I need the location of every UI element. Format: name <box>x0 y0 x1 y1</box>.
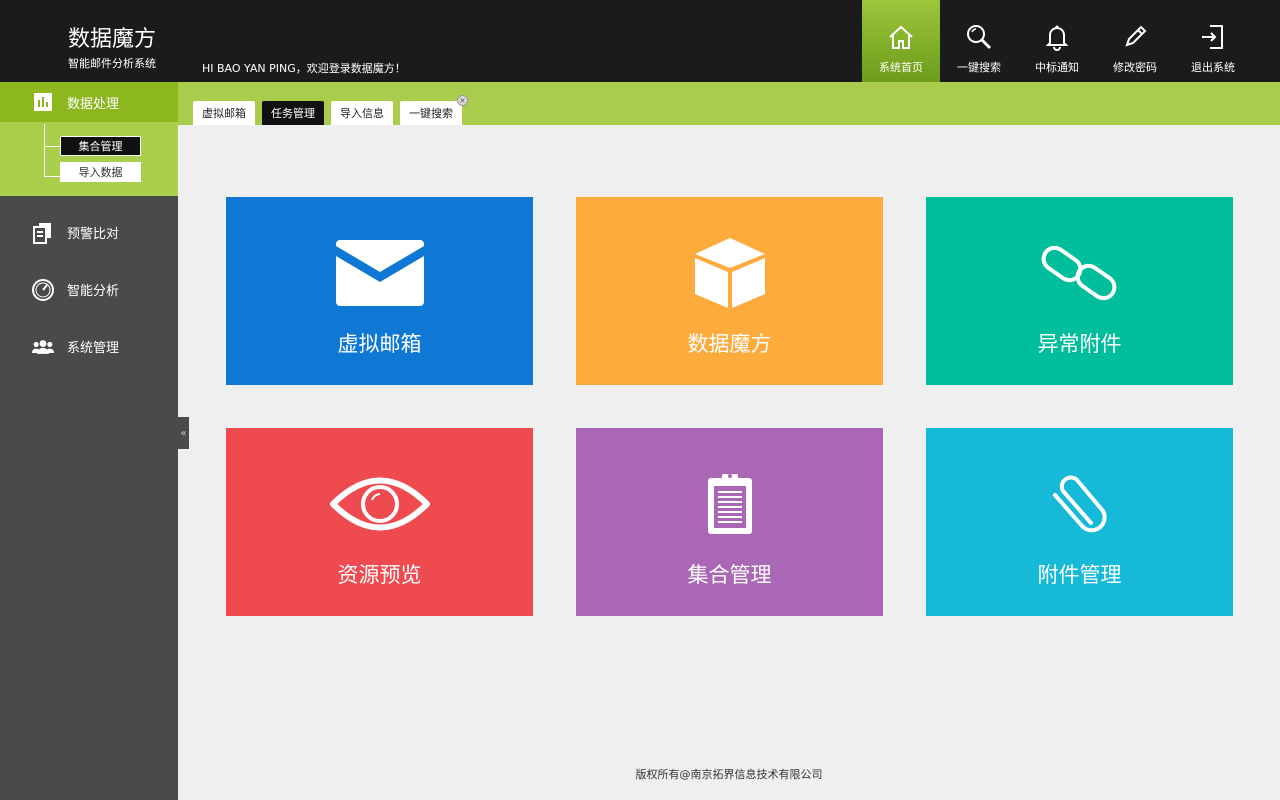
tile-label: 虚拟邮箱 <box>337 332 422 356</box>
tile-label: 集合管理 <box>687 563 772 587</box>
sidebar-group-data-processing: 数据处理 集合管理 导入数据 <box>0 82 178 196</box>
clipboard-icon <box>576 464 883 544</box>
compare-icon <box>31 221 55 245</box>
tree-connector <box>44 176 60 177</box>
tile-label: 附件管理 <box>1037 563 1122 587</box>
tile-label: 资源预览 <box>337 563 422 587</box>
sidebar-subitem-collection[interactable]: 集合管理 <box>60 136 141 156</box>
nav-notice[interactable]: 中标通知 <box>1018 0 1096 82</box>
welcome-message: HI BAO YAN PING，欢迎登录数据魔方！ <box>202 62 406 75</box>
tab-label: 导入信息 <box>340 107 384 120</box>
nav-change-password[interactable]: 修改密码 <box>1096 0 1174 82</box>
sidebar-subitem-import[interactable]: 导入数据 <box>60 162 141 182</box>
tile-abnormal-attachment[interactable]: 异常附件 <box>926 197 1233 385</box>
sidebar-item-label: 预警比对 <box>67 227 120 242</box>
sidebar-item-label: 系统管理 <box>67 341 120 356</box>
sidebar-item-data-processing[interactable]: 数据处理 <box>0 82 178 122</box>
tile-label: 数据魔方 <box>687 332 772 356</box>
tile-attachment-management[interactable]: 附件管理 <box>926 428 1233 616</box>
cube-icon <box>576 233 883 313</box>
link-icon <box>926 233 1233 313</box>
tile-resource-preview[interactable]: 资源预览 <box>226 428 533 616</box>
close-icon[interactable]: × <box>457 95 468 106</box>
envelope-icon <box>226 233 533 313</box>
tab-label: 任务管理 <box>271 107 315 120</box>
chart-icon <box>33 92 53 112</box>
tile-virtual-mailbox[interactable]: 虚拟邮箱 <box>226 197 533 385</box>
search-icon <box>964 22 994 52</box>
nav-logout[interactable]: 退出系统 <box>1174 0 1252 82</box>
top-header: 数据魔方 智能邮件分析系统 HI BAO YAN PING，欢迎登录数据魔方！ … <box>0 0 1280 82</box>
paperclip-icon <box>926 464 1233 544</box>
tab-virtual-mailbox[interactable]: 虚拟邮箱 <box>193 101 255 125</box>
home-icon <box>886 22 916 52</box>
tree-connector <box>44 146 60 147</box>
tile-collection-management[interactable]: 集合管理 <box>576 428 883 616</box>
nav-home-label: 系统首页 <box>879 61 923 74</box>
users-icon <box>31 335 55 359</box>
tab-bar: 虚拟邮箱 任务管理 导入信息 一键搜索 × <box>178 82 1280 125</box>
footer-copyright: 版权所有@南京拓界信息技术有限公司 <box>635 768 823 781</box>
pencil-icon <box>1120 22 1150 52</box>
tile-label: 异常附件 <box>1037 332 1122 356</box>
nav-search[interactable]: 一键搜索 <box>940 0 1018 82</box>
tab-task-management[interactable]: 任务管理 <box>262 101 324 125</box>
nav-home[interactable]: 系统首页 <box>862 0 940 82</box>
gauge-icon <box>31 278 55 302</box>
sidebar-item-smart-analysis[interactable]: 智能分析 <box>0 261 178 318</box>
tree-connector <box>44 124 45 176</box>
tab-label: 一键搜索 <box>409 107 453 120</box>
nav-change-password-label: 修改密码 <box>1113 61 1157 74</box>
logout-icon <box>1198 22 1228 52</box>
sidebar-item-system-management[interactable]: 系统管理 <box>0 318 178 375</box>
sidebar-item-label: 智能分析 <box>67 284 120 299</box>
sidebar: 数据处理 集合管理 导入数据 预警比对 智能分析 系统管理 <box>0 82 178 800</box>
sidebar-collapse-handle[interactable]: « <box>178 417 189 449</box>
brand: 数据魔方 智能邮件分析系统 <box>68 26 156 72</box>
bell-icon <box>1042 22 1072 52</box>
eye-icon <box>226 464 533 544</box>
sidebar-item-label: 数据处理 <box>67 96 120 112</box>
sidebar-item-alert-compare[interactable]: 预警比对 <box>0 204 178 261</box>
app-subtitle: 智能邮件分析系统 <box>68 57 156 70</box>
tab-label: 虚拟邮箱 <box>202 107 246 120</box>
nav-notice-label: 中标通知 <box>1035 61 1079 74</box>
app-title: 数据魔方 <box>68 27 157 52</box>
nav-search-label: 一键搜索 <box>957 61 1001 74</box>
nav-logout-label: 退出系统 <box>1191 61 1235 74</box>
tab-quick-search[interactable]: 一键搜索 × <box>400 95 468 125</box>
top-nav: 系统首页 一键搜索 中标通知 修改密码 退出系统 <box>862 0 1252 82</box>
tab-import-info[interactable]: 导入信息 <box>331 101 393 125</box>
tile-data-cube[interactable]: 数据魔方 <box>576 197 883 385</box>
